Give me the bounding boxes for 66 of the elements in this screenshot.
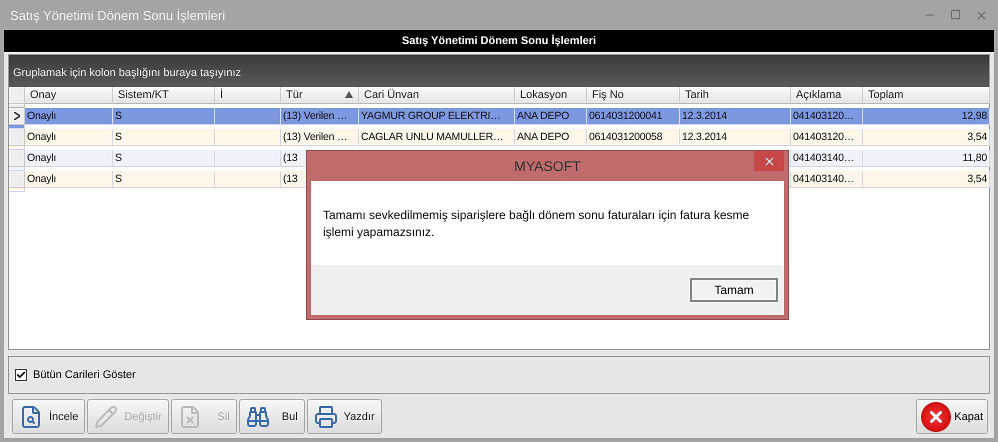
table-cell: 3,54 bbox=[863, 171, 990, 188]
close-button[interactable]: Kapat bbox=[916, 399, 988, 434]
table-cell: (13) Verilen … bbox=[281, 108, 359, 124]
table-cell: (13) Verilen … bbox=[281, 129, 359, 146]
ok-button[interactable]: Tamam bbox=[690, 278, 778, 302]
close-icon[interactable] bbox=[975, 8, 988, 22]
column-header[interactable]: Fiş No bbox=[587, 87, 680, 104]
window-title: Satış Yönetimi Dönem Sonu İşlemleri bbox=[10, 8, 226, 22]
row-indicator bbox=[9, 87, 25, 104]
column-header[interactable]: Sistem/KT bbox=[113, 87, 215, 104]
table-cell bbox=[9, 188, 25, 192]
close-icon bbox=[921, 402, 952, 432]
table-cell: 12.3.2014 bbox=[680, 108, 791, 124]
table-cell: 0614031200058 bbox=[587, 129, 680, 146]
group-panel: Gruplamak için kolon başlığını buraya taşıyınız bbox=[9, 55, 989, 87]
pencil-icon bbox=[94, 404, 118, 428]
row-indicator[interactable] bbox=[9, 108, 25, 124]
column-header[interactable]: Cari Ünvan bbox=[359, 87, 515, 104]
column-header[interactable]: Tarih bbox=[680, 87, 791, 104]
printer-icon bbox=[314, 404, 338, 428]
table-cell: 12.3.2014 bbox=[680, 129, 791, 146]
sort-arrow-icon bbox=[345, 91, 353, 98]
column-header[interactable]: Açıklama bbox=[791, 87, 863, 104]
column-header[interactable]: Lokasyon bbox=[515, 87, 587, 104]
table-cell: S bbox=[113, 150, 215, 166]
column-header[interactable]: Tür bbox=[281, 87, 359, 104]
table-cell: S bbox=[113, 108, 215, 124]
table-cell: 041403140… bbox=[791, 150, 863, 166]
table-cell: 041403120… bbox=[791, 108, 863, 124]
maximize-icon[interactable] bbox=[950, 8, 961, 20]
table-cell: 12,98 bbox=[863, 108, 990, 124]
close-icon bbox=[762, 154, 776, 168]
row-pointer-icon bbox=[14, 112, 20, 120]
toolbar-button[interactable]: Bul bbox=[238, 399, 305, 434]
column-header[interactable]: Toplam bbox=[863, 87, 990, 104]
table-cell: S bbox=[113, 171, 215, 188]
dialog-close-button[interactable] bbox=[754, 151, 784, 171]
table-cell bbox=[215, 171, 281, 188]
table-cell: ANA DEPO bbox=[515, 108, 587, 124]
table-cell bbox=[215, 108, 281, 124]
binoculars-icon bbox=[246, 404, 270, 428]
toolbar-button[interactable]: İncele bbox=[12, 399, 86, 434]
dialog-title: MYASOFT bbox=[514, 158, 581, 174]
table-cell: S bbox=[113, 129, 215, 146]
table-cell: Onaylı bbox=[25, 129, 113, 146]
table-cell: 041403140… bbox=[791, 171, 863, 188]
column-header[interactable]: İ bbox=[215, 87, 281, 104]
table-cell: Onaylı bbox=[25, 150, 113, 166]
checkbox[interactable] bbox=[15, 369, 27, 381]
table-cell: 3,54 bbox=[863, 129, 990, 146]
header-bar: Satış Yönetimi Dönem Sonu İşlemleri bbox=[4, 30, 994, 52]
toolbar-button[interactable]: Yazdır bbox=[306, 399, 382, 434]
table-cell: 11,80 bbox=[863, 150, 990, 166]
table-cell: YAGMUR GROUP ELEKTRI… bbox=[359, 108, 515, 124]
table-cell: 0614031200041 bbox=[587, 108, 680, 124]
table-cell: ANA DEPO bbox=[515, 129, 587, 146]
table-cell: Onaylı bbox=[25, 171, 113, 188]
table-cell: 041403120… bbox=[791, 129, 863, 146]
document-search-icon bbox=[19, 404, 43, 428]
dialog-message: Tamamı sevkedilmemiş siparişlere bağlı dönem sonu faturaları için fatura kesme işlemi yapamazsınız. bbox=[323, 207, 750, 241]
checkbox-label: Bütün Carileri Göster bbox=[33, 369, 136, 381]
column-header[interactable]: Onay bbox=[25, 87, 113, 104]
table-cell: Onaylı bbox=[25, 108, 113, 124]
table-cell: CAGLAR UNLU MAMULLER… bbox=[359, 129, 515, 146]
table-cell bbox=[215, 150, 281, 166]
table-cell bbox=[215, 129, 281, 146]
